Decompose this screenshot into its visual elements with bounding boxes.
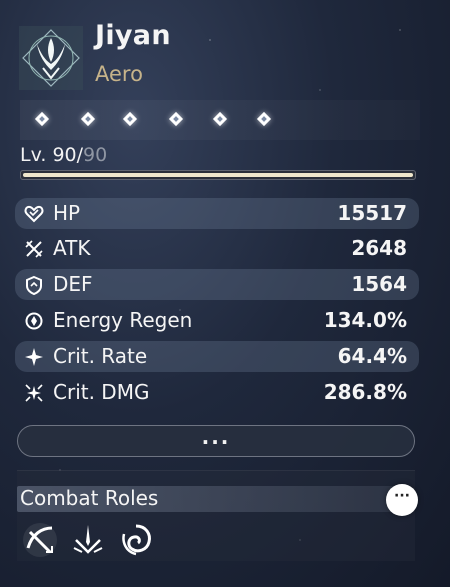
stat-label: Crit. Rate	[53, 344, 148, 368]
sequence-node-1[interactable]	[34, 111, 50, 127]
level-progress-bar	[20, 170, 416, 180]
stat-label: HP	[53, 201, 81, 225]
level-current: 90	[52, 144, 77, 166]
level-label: Lv. 90/90	[20, 144, 107, 166]
sequence-node-4[interactable]	[168, 111, 184, 127]
level-max: 90	[83, 144, 108, 166]
stat-row-energy-regen: Energy Regen 134.0%	[15, 305, 419, 336]
sword-burst-role-icon[interactable]	[70, 522, 106, 558]
character-element: Aero	[95, 62, 143, 86]
stat-label: ATK	[53, 236, 91, 260]
character-name: Jiyan	[95, 20, 171, 51]
atk-swords-icon	[25, 240, 43, 258]
stat-label: DEF	[53, 272, 93, 296]
more-stats-label: ···	[201, 430, 231, 454]
sequence-node-2[interactable]	[80, 111, 96, 127]
stat-label: Energy Regen	[53, 308, 193, 332]
aero-swirl-role-icon[interactable]	[118, 522, 154, 558]
hp-heart-icon	[24, 205, 44, 223]
sequence-node-5[interactable]	[212, 111, 228, 127]
stat-value: 2648	[351, 236, 407, 260]
sequence-node-3[interactable]	[122, 111, 138, 127]
crit-rate-icon	[25, 348, 43, 366]
stat-row-hp: HP 15517	[15, 198, 419, 229]
aero-emblem-icon	[19, 26, 83, 90]
combat-roles-info-label: ···	[394, 488, 410, 504]
stat-row-crit-dmg: Crit. DMG 286.8%	[15, 377, 419, 408]
crit-dmg-icon	[25, 384, 43, 402]
energy-regen-icon	[25, 312, 43, 330]
heavy-slash-role-icon[interactable]	[22, 522, 58, 558]
sequence-node-6[interactable]	[256, 111, 272, 127]
def-shield-icon	[26, 275, 42, 295]
level-progress-fill	[23, 173, 413, 177]
stat-label: Crit. DMG	[53, 380, 150, 404]
combat-roles-info-button[interactable]: ···	[386, 484, 418, 516]
stat-value: 1564	[351, 272, 407, 296]
stat-value: 64.4%	[337, 344, 407, 368]
stat-row-crit-rate: Crit. Rate 64.4%	[15, 341, 419, 372]
stat-row-def: DEF 1564	[15, 269, 419, 300]
level-prefix: Lv.	[20, 144, 53, 166]
combat-roles-title: Combat Roles	[20, 486, 159, 510]
stat-row-atk: ATK 2648	[15, 233, 419, 264]
stat-value: 286.8%	[323, 380, 407, 404]
stat-value: 134.0%	[323, 308, 407, 332]
more-stats-button[interactable]: ···	[17, 425, 415, 457]
stat-value: 15517	[337, 201, 407, 225]
